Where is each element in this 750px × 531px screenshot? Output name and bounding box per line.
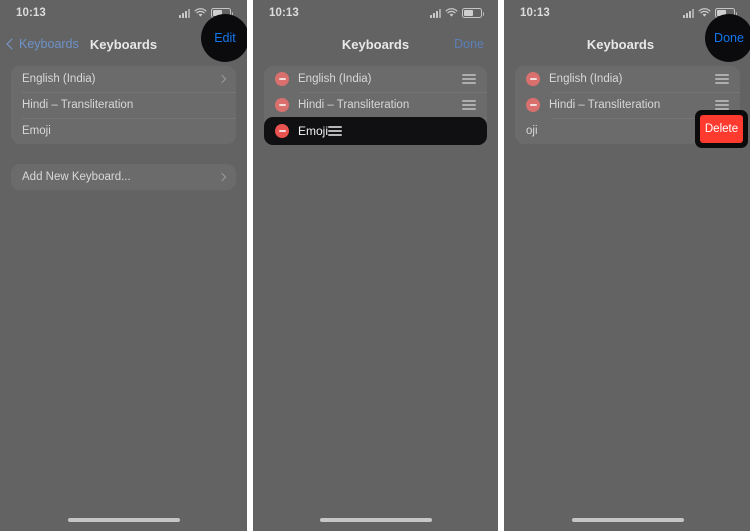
back-button-label: Keyboards bbox=[19, 37, 79, 51]
cellular-signal-icon bbox=[683, 8, 694, 18]
wifi-icon bbox=[698, 8, 711, 18]
list-item-label: English (India) bbox=[549, 73, 623, 85]
edit-button-label: Edit bbox=[214, 31, 236, 45]
cellular-signal-icon bbox=[430, 8, 441, 18]
phone-panel-3: 10:13 Keyboards Done English (India) Hin… bbox=[504, 0, 750, 531]
phone-panel-1: 10:13 Keyboards Keyboards Edit English (… bbox=[0, 0, 247, 531]
list-item[interactable]: Hindi – Transliteration bbox=[11, 92, 236, 118]
list-item[interactable]: English (India) bbox=[264, 66, 487, 92]
battery-icon bbox=[462, 8, 484, 18]
delete-button[interactable]: Delete bbox=[700, 115, 743, 143]
reorder-handle-icon[interactable] bbox=[462, 100, 476, 110]
highlighted-row-label: Emoji bbox=[298, 124, 329, 138]
cellular-signal-icon bbox=[179, 8, 190, 18]
list-item-label: Emoji bbox=[22, 125, 51, 137]
status-time: 10:13 bbox=[269, 7, 299, 19]
home-indicator[interactable] bbox=[319, 518, 432, 522]
swiped-row-label: oji bbox=[526, 125, 538, 137]
minus-circle-icon[interactable] bbox=[275, 98, 289, 112]
back-button[interactable]: Keyboards bbox=[6, 37, 79, 51]
wifi-icon bbox=[194, 8, 207, 18]
reorder-handle-icon[interactable] bbox=[715, 100, 729, 110]
reorder-handle-icon[interactable] bbox=[462, 74, 476, 84]
done-button-label: Done bbox=[714, 31, 744, 45]
list-item-label: Hindi – Transliteration bbox=[298, 99, 410, 111]
chevron-left-icon bbox=[6, 38, 18, 50]
highlighted-row-emoji[interactable]: Emoji bbox=[264, 117, 487, 145]
minus-circle-icon[interactable] bbox=[526, 72, 540, 86]
list-item[interactable]: English (India) bbox=[11, 66, 236, 92]
edit-button-highlight[interactable]: Edit bbox=[201, 14, 247, 62]
done-button-highlight[interactable]: Done bbox=[705, 14, 750, 62]
list-item-label: Hindi – Transliteration bbox=[549, 99, 661, 111]
home-indicator[interactable] bbox=[67, 518, 180, 522]
nav-bar: Keyboards Done bbox=[253, 26, 498, 62]
delete-button-highlight[interactable]: Delete bbox=[695, 110, 748, 148]
reorder-handle-icon[interactable] bbox=[715, 74, 729, 84]
list-item-label: English (India) bbox=[298, 73, 372, 85]
add-new-keyboard-label: Add New Keyboard... bbox=[22, 171, 131, 183]
status-time: 10:13 bbox=[16, 7, 46, 19]
status-time: 10:13 bbox=[520, 7, 550, 19]
list-item-label: English (India) bbox=[22, 73, 96, 85]
list-item[interactable]: English (India) bbox=[515, 66, 740, 92]
minus-circle-icon[interactable] bbox=[275, 72, 289, 86]
minus-circle-icon[interactable] bbox=[526, 98, 540, 112]
chevron-right-icon bbox=[217, 74, 227, 84]
chevron-right-icon bbox=[217, 172, 227, 182]
phone-panel-2: 10:13 Keyboards Done English (India) Hin… bbox=[253, 0, 498, 531]
keyboards-list-group: English (India) Hindi – Transliteration … bbox=[11, 66, 236, 144]
add-new-keyboard-button[interactable]: Add New Keyboard... bbox=[11, 164, 236, 190]
list-item[interactable]: Emoji bbox=[11, 118, 236, 144]
done-button[interactable]: Done bbox=[454, 37, 484, 51]
add-keyboard-group: Add New Keyboard... bbox=[11, 164, 236, 190]
screenshot-sheet: 10:13 Keyboards Keyboards Edit English (… bbox=[0, 0, 750, 531]
reorder-handle-icon[interactable] bbox=[328, 126, 343, 136]
list-item[interactable]: Hindi – Transliteration bbox=[264, 92, 487, 118]
wifi-icon bbox=[445, 8, 458, 18]
minus-circle-icon[interactable] bbox=[275, 124, 289, 138]
status-bar: 10:13 bbox=[253, 0, 498, 26]
status-icons bbox=[430, 8, 484, 18]
home-indicator[interactable] bbox=[571, 518, 684, 522]
list-item-label: Hindi – Transliteration bbox=[22, 99, 134, 111]
